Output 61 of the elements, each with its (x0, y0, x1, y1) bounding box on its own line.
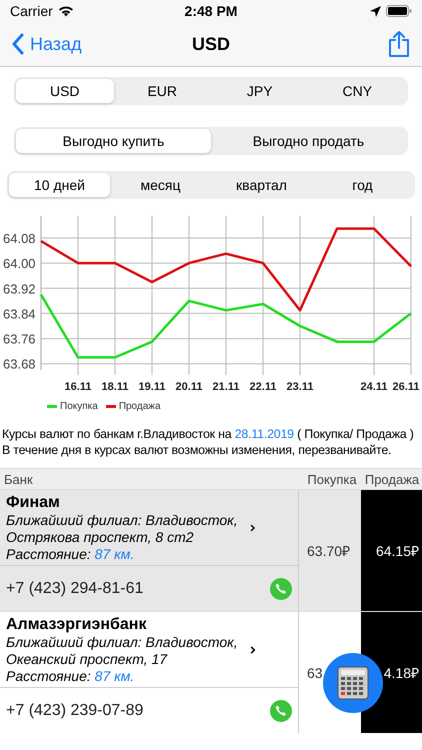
phone-icon (270, 700, 292, 722)
back-button[interactable]: Назад (12, 33, 112, 55)
axis-label: 63.92 (3, 281, 36, 296)
calculator-icon (337, 666, 369, 700)
date-link[interactable]: 28.11.2019 (234, 427, 294, 441)
column-header: Покупка (306, 472, 358, 486)
axis-label: 63.84 (3, 306, 36, 322)
phone-icon (270, 578, 292, 600)
axis-label: 64.00 (3, 256, 36, 272)
segment-tab[interactable]: год (312, 173, 413, 197)
segment-tab[interactable]: USD (16, 79, 114, 103)
time-label: 2:48 PM (184, 3, 238, 19)
note-text: В течение дня в курсах валют возможны изменения, перезванивайте. (1, 442, 392, 458)
axis-label: 21.11 (212, 381, 240, 393)
location-icon (370, 6, 381, 16)
axis-label: 18.11 (102, 381, 128, 393)
screen-title: USD (192, 34, 230, 54)
axis-label: 63.68 (3, 356, 36, 372)
axis-label: 63.76 (3, 332, 36, 347)
branch-address: Ближайший филиал: Владивосток, Острякова проспект, 8 ст2 (6, 512, 239, 546)
bank-name: Алмазэргиэнбанк (6, 615, 148, 634)
carrier-label: Carrier (10, 3, 53, 19)
legend-label: Продажа (118, 401, 161, 412)
info-text: Курсы валют по банкам г.Владивосток на 28.11.2019 ( Покупка/ Продажа ) (1, 426, 415, 442)
segment-tab[interactable]: CNY (308, 79, 406, 103)
segment-tab[interactable]: Выгодно продать (211, 129, 406, 153)
axis-label: 22.11 (250, 381, 276, 393)
axis-label: 19.11 (138, 381, 166, 393)
segment-tab[interactable]: EUR (114, 79, 211, 103)
wifi-icon (58, 5, 74, 17)
sell-rate: 4.18₽ (384, 664, 419, 682)
battery-icon (386, 5, 412, 17)
axis-label: 26.11 (392, 381, 420, 393)
legend-label: Покупка (60, 401, 98, 412)
axis-label: 20.11 (176, 381, 202, 393)
bank-cell[interactable]: Финам Ближайший филиал: Владивосток, Острякова проспект, 8 ст2 Расстояние: 87 км. +7 (423) 294-81-61 (0, 490, 299, 611)
axis-label: 24.11 (360, 381, 388, 393)
segment-tab[interactable]: 10 дней (9, 173, 110, 197)
buy-rate: 63 (307, 664, 323, 680)
axis-label: 23.11 (286, 381, 314, 393)
distance-text: Расстояние: 87 км. (6, 546, 136, 563)
sell-rate: 64.15₽ (376, 542, 419, 560)
bank-cell[interactable]: Алмазэргиэнбанк Ближайший филиал: Владивосток, Океанский проспект, 17 Расстояние: 87 км. +7 (423) 239-07-89 (0, 612, 299, 733)
column-header: Продажа (364, 472, 420, 486)
phone-number[interactable]: +7 (423) 294-81-61 (6, 580, 144, 598)
segment-tab[interactable]: JPY (211, 79, 308, 103)
distance-text: Расстояние: 87 км. (6, 668, 136, 685)
segment-tab[interactable]: Выгодно купить (16, 129, 211, 153)
axis-label: 64.08 (3, 231, 36, 246)
legend-swatch (106, 405, 116, 408)
column-header: Банк (3, 472, 34, 486)
share-icon (388, 30, 410, 58)
branch-address: Ближайший филиал: Владивосток, Океанский проспект, 17 (6, 634, 239, 668)
phone-number[interactable]: +7 (423) 239-07-89 (6, 702, 144, 720)
segment-tab[interactable]: месяц (110, 173, 211, 197)
axis-label: 16.11 (64, 381, 92, 393)
chevron-left-icon (12, 33, 24, 55)
buy-rate: 63.70₽ (307, 542, 350, 560)
bank-name: Финам (6, 493, 61, 512)
segment-tab[interactable]: квартал (211, 173, 312, 197)
legend-swatch (47, 405, 57, 408)
